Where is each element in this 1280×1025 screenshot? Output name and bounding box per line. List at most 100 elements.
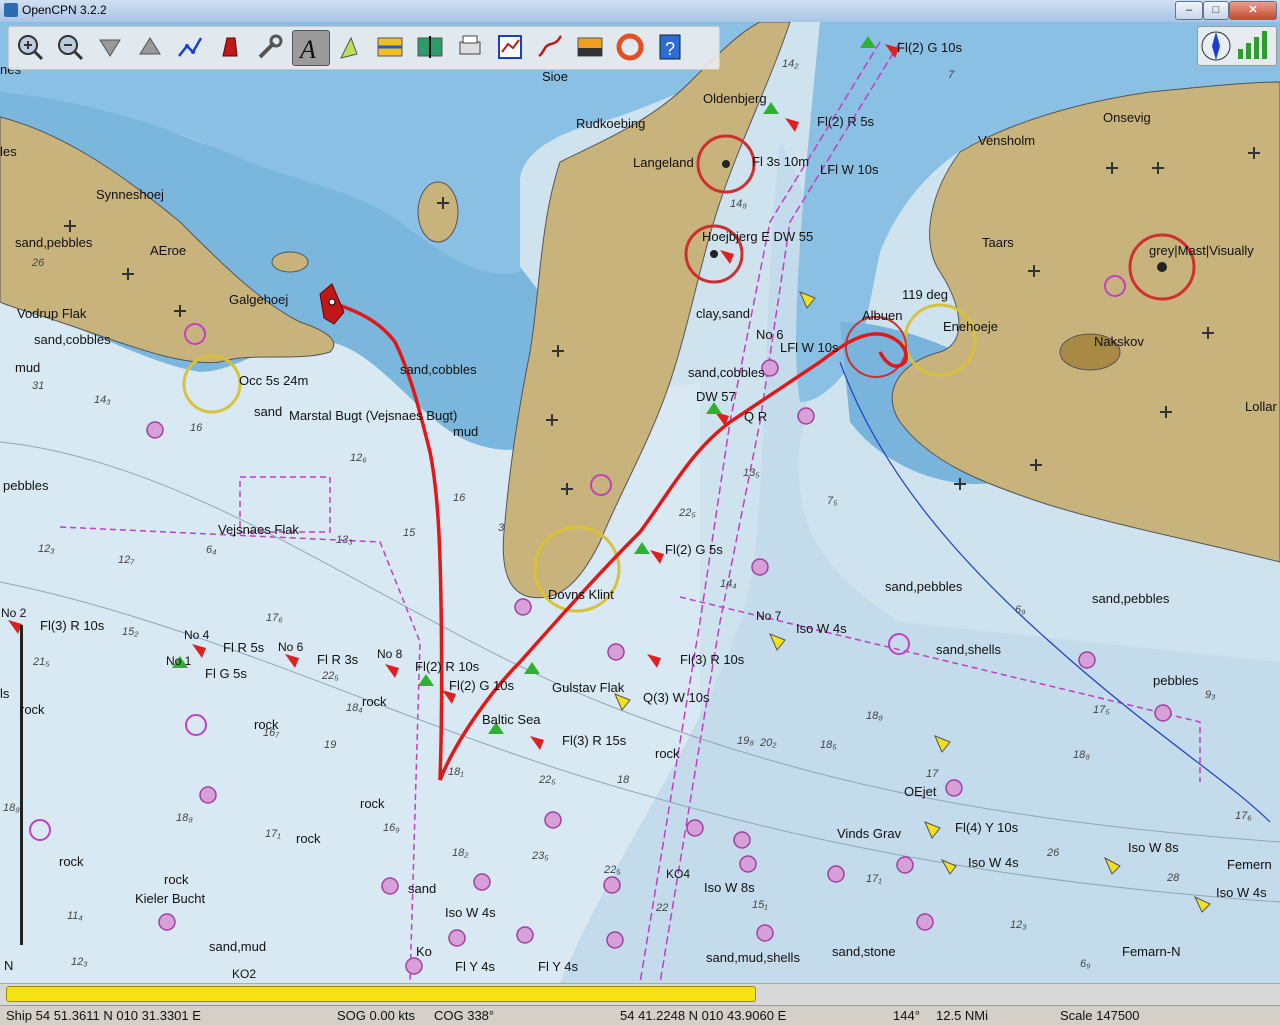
zoom-in-button[interactable] [12, 30, 48, 64]
cog-readout: COG 338° [434, 1008, 495, 1023]
chart-label: ls [0, 686, 10, 701]
scale-readout: Scale 147500 [1060, 1008, 1140, 1023]
chart-label: sand,pebbles [1092, 591, 1170, 606]
depth-sounding: 15₂ [122, 626, 139, 638]
depth-sounding: 12₃ [71, 956, 88, 968]
chart-label: Iso W 8s [704, 880, 755, 895]
depth-sounding: 22 [656, 902, 669, 914]
chart-label: Femarn-N [1122, 944, 1181, 959]
chart-label: Vinds Grav [837, 826, 902, 841]
status-bar: Ship 54 51.3611 N 010 31.3301 E SOG 0.00… [0, 1005, 1280, 1025]
chart-label: Marstal Bugt (Vejsnaes Bugt) [289, 408, 458, 423]
chart-label: sand,mud [209, 939, 267, 954]
svg-text:A: A [298, 35, 316, 63]
tides-button[interactable] [412, 30, 448, 64]
ship-position: Ship 54 51.3611 N 010 31.3301 E [6, 1008, 201, 1023]
chart-bar[interactable] [0, 983, 1280, 1006]
depth-sounding: 6₄ [206, 544, 217, 556]
options-button[interactable] [252, 30, 288, 64]
print-icon [459, 35, 481, 55]
maximize-button[interactable]: □ [1203, 1, 1229, 20]
chart-label: mud [15, 360, 41, 375]
chart-label: Fl R 5s [223, 640, 265, 655]
minimize-button[interactable]: – [1175, 1, 1203, 20]
ais-button[interactable] [332, 30, 368, 64]
chart-label: grey|Mast|Visually [1149, 243, 1254, 258]
depth-sounding: 22₅ [322, 670, 339, 682]
chart-label: sand [254, 404, 283, 419]
scale-out-button[interactable] [132, 30, 168, 64]
chart-label: Langeland [633, 155, 694, 170]
help-button[interactable]: ? [652, 30, 688, 64]
currents-button[interactable] [372, 30, 408, 64]
chart-label: Galgehoej [229, 292, 289, 307]
depth-sounding: 28 [1167, 872, 1180, 884]
chart-label: Iso W 4s [445, 905, 496, 920]
chart-label: Hoejbjerg E DW 55 [702, 229, 814, 244]
chart-label: Fl(3) R 15s [562, 733, 627, 748]
chart-label: Fl(3) R 10s [680, 652, 745, 667]
depth-sounding: 22₅ [679, 507, 696, 519]
depth-sounding: 15₁ [752, 899, 768, 911]
chart-bar-fill [6, 986, 756, 1002]
mob-button[interactable] [612, 30, 648, 64]
chart-label: Iso W 4s [968, 855, 1019, 870]
create-route-button[interactable] [172, 30, 208, 64]
scale-in-button[interactable] [92, 30, 128, 64]
depth-sounding: 18₈ [1073, 749, 1090, 761]
depth-sounding: 12₇ [118, 554, 135, 566]
track-icon [538, 35, 562, 58]
depth-sounding: 11₄ [67, 910, 83, 922]
chart-label: Vensholm [978, 133, 1036, 148]
chart-label: rock [362, 694, 387, 709]
chart-canvas[interactable]: Sioe Rudkoebing Oldenbjerg Langeland Ons… [0, 22, 1280, 983]
mob-icon [616, 33, 644, 61]
depth-sounding: 20₂ [760, 737, 777, 749]
chart-label: Ko [416, 944, 432, 959]
depth-sounding: 17₆ [266, 612, 283, 624]
chart-label: Taars [982, 235, 1014, 250]
close-button[interactable]: ✕ [1229, 1, 1277, 20]
chart-label: rock [360, 796, 385, 811]
main-toolbar: A ? [8, 26, 720, 70]
chart-label: sand,pebbles [15, 235, 93, 250]
color-scheme-button[interactable] [572, 30, 608, 64]
route-manager-button[interactable] [492, 30, 528, 64]
chart-label: Femern [1227, 857, 1272, 872]
chart-label: DW 57 [696, 389, 736, 404]
auto-follow-button[interactable] [212, 30, 248, 64]
depth-sounding: 16 [190, 422, 203, 434]
chart-label: Fl(2) G 10s [449, 678, 515, 693]
bearing-readout: 144° [893, 1008, 920, 1023]
chart-label: Enehoeje [943, 319, 998, 334]
chart-label: pebbles [3, 478, 49, 493]
cursor-position: 54 41.2248 N 010 43.9060 E [620, 1008, 787, 1023]
app-icon [4, 3, 18, 17]
zoom-out-button[interactable] [52, 30, 88, 64]
chart-label: sand [408, 881, 437, 896]
depth-sounding: 13₅ [743, 467, 760, 479]
chart-label: rock [296, 831, 321, 846]
chart-label: Fl Y 4s [455, 959, 495, 974]
compass-gps-icon[interactable] [1198, 27, 1276, 65]
depth-sounding: 14₂ [782, 58, 799, 70]
depth-sounding: 26 [32, 257, 45, 269]
sog-readout: SOG 0.00 kts [337, 1008, 416, 1023]
chart-label: Gulstav Flak [552, 680, 625, 695]
depth-sounding: 18₈ [176, 812, 193, 824]
chart-label: Fl(2) G 10s [897, 40, 963, 55]
window-title: OpenCPN 3.2.2 [22, 3, 107, 17]
text-toggle-button[interactable]: A [292, 30, 330, 66]
print-button[interactable] [452, 30, 488, 64]
depth-sounding: 18₈ [866, 710, 883, 722]
depth-sounding: 18₄ [346, 702, 363, 714]
chart-label: sand,cobbles [400, 362, 477, 377]
color-scheme-icon [577, 37, 603, 57]
depth-sounding: 21₅ [33, 656, 50, 668]
help-icon: ? [659, 34, 681, 60]
depth-sounding: 19₈ [737, 735, 754, 747]
track-button[interactable] [532, 30, 568, 64]
chart-label: AEroe [150, 243, 187, 258]
chart-label: Fl(2) R 5s [817, 114, 875, 129]
chart-label: rock [164, 872, 189, 887]
